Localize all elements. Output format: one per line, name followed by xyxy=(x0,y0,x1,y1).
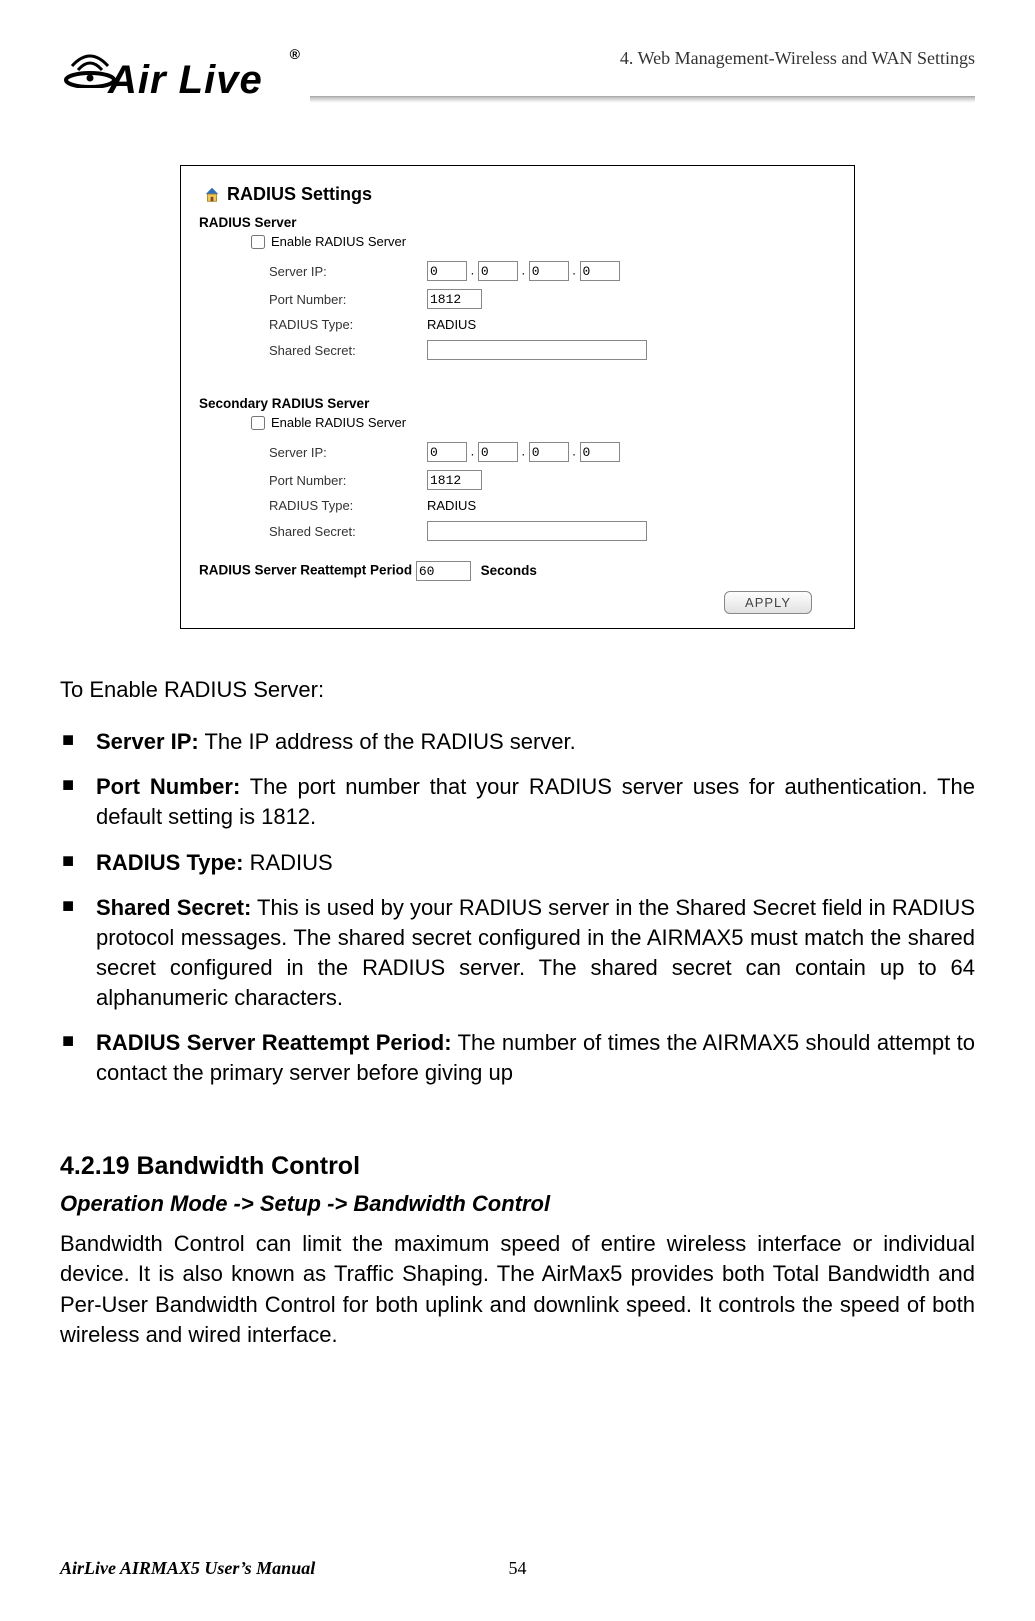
primary-ip-1[interactable] xyxy=(478,261,518,281)
secondary-secret-label: Shared Secret: xyxy=(269,517,427,545)
section-header: 4. Web Management-Wireless and WAN Setti… xyxy=(620,40,975,69)
section-number: 4.2.19 Bandwidth Control xyxy=(60,1150,975,1184)
primary-serverip-label: Server IP: xyxy=(269,257,427,285)
list-item: RADIUS Server Reattempt Period: The numb… xyxy=(96,1028,975,1087)
bullet-text: RADIUS xyxy=(244,850,333,875)
primary-enable-checkbox[interactable] xyxy=(251,235,265,249)
primary-ip-0[interactable] xyxy=(427,261,467,281)
reattempt-suffix: Seconds xyxy=(481,563,537,578)
primary-port-input[interactable] xyxy=(427,289,482,309)
apply-button[interactable]: APPLY xyxy=(724,591,812,614)
secondary-secret-input[interactable] xyxy=(427,521,647,541)
bullet-lead: Server IP: xyxy=(96,729,199,754)
primary-server-heading: RADIUS Server xyxy=(199,215,836,230)
registered-mark: ® xyxy=(290,46,300,62)
primary-type-value: RADIUS xyxy=(427,313,655,336)
bullet-lead: Shared Secret: xyxy=(96,895,251,920)
panel-title: RADIUS Settings xyxy=(227,184,372,205)
breadcrumb: Operation Mode -> Setup -> Bandwidth Con… xyxy=(60,1189,975,1219)
bullet-lead: Port Number: xyxy=(96,774,240,799)
bullet-list: Server IP: The IP address of the RADIUS … xyxy=(60,727,975,1088)
primary-port-label: Port Number: xyxy=(269,285,427,313)
list-item: Port Number: The port number that your R… xyxy=(96,772,975,831)
primary-table: Server IP: . . . Port Number: RADIUS Typ… xyxy=(269,257,655,364)
primary-type-label: RADIUS Type: xyxy=(269,313,427,336)
section-paragraph: Bandwidth Control can limit the maximum … xyxy=(60,1229,975,1350)
primary-ip-3[interactable] xyxy=(580,261,620,281)
panel-title-row: RADIUS Settings xyxy=(203,184,836,205)
primary-secret-label: Shared Secret: xyxy=(269,336,427,364)
secondary-port-input[interactable] xyxy=(427,470,482,490)
manual-title: AirLive AIRMAX5 User’s Manual xyxy=(60,1558,315,1579)
reattempt-prefix: RADIUS Server Reattempt Period xyxy=(199,563,412,578)
bullet-text: The IP address of the RADIUS server. xyxy=(199,729,576,754)
secondary-serverip-label: Server IP: xyxy=(269,438,427,466)
logo-text: Air Live xyxy=(108,58,263,103)
secondary-enable-checkbox[interactable] xyxy=(251,416,265,430)
page-header: Air Live ® 4. Web Management-Wireless an… xyxy=(60,40,975,120)
home-icon xyxy=(203,186,221,204)
secondary-table: Server IP: . . . Port Number: RADIUS Typ… xyxy=(269,438,655,545)
page-number: 54 xyxy=(509,1558,527,1579)
secondary-port-label: Port Number: xyxy=(269,466,427,494)
secondary-type-value: RADIUS xyxy=(427,494,655,517)
bullet-lead: RADIUS Server Reattempt Period: xyxy=(96,1030,452,1055)
secondary-enable-label: Enable RADIUS Server xyxy=(271,415,406,430)
secondary-ip-3[interactable] xyxy=(580,442,620,462)
primary-enable-label: Enable RADIUS Server xyxy=(271,234,406,249)
bullet-lead: RADIUS Type: xyxy=(96,850,244,875)
secondary-ip-0[interactable] xyxy=(427,442,467,462)
radius-settings-panel: RADIUS Settings RADIUS Server Enable RAD… xyxy=(180,165,855,629)
secondary-enable-row: Enable RADIUS Server xyxy=(251,415,836,430)
body-text: To Enable RADIUS Server: Server IP: The … xyxy=(60,675,975,1350)
list-item: Server IP: The IP address of the RADIUS … xyxy=(96,727,975,757)
brand-logo: Air Live ® xyxy=(60,40,300,112)
list-item: Shared Secret: This is used by your RADI… xyxy=(96,893,975,1012)
intro-line: To Enable RADIUS Server: xyxy=(60,675,975,705)
primary-enable-row: Enable RADIUS Server xyxy=(251,234,836,249)
secondary-ip-2[interactable] xyxy=(529,442,569,462)
header-rule xyxy=(310,96,975,103)
secondary-ip-1[interactable] xyxy=(478,442,518,462)
reattempt-input[interactable] xyxy=(416,561,471,581)
primary-secret-input[interactable] xyxy=(427,340,647,360)
primary-ip-2[interactable] xyxy=(529,261,569,281)
secondary-server-heading: Secondary RADIUS Server xyxy=(199,396,836,411)
list-item: RADIUS Type: RADIUS xyxy=(96,848,975,878)
secondary-type-label: RADIUS Type: xyxy=(269,494,427,517)
page-footer: AirLive AIRMAX5 User’s Manual 54 xyxy=(60,1558,975,1579)
reattempt-row: RADIUS Server Reattempt Period Seconds xyxy=(199,561,836,581)
